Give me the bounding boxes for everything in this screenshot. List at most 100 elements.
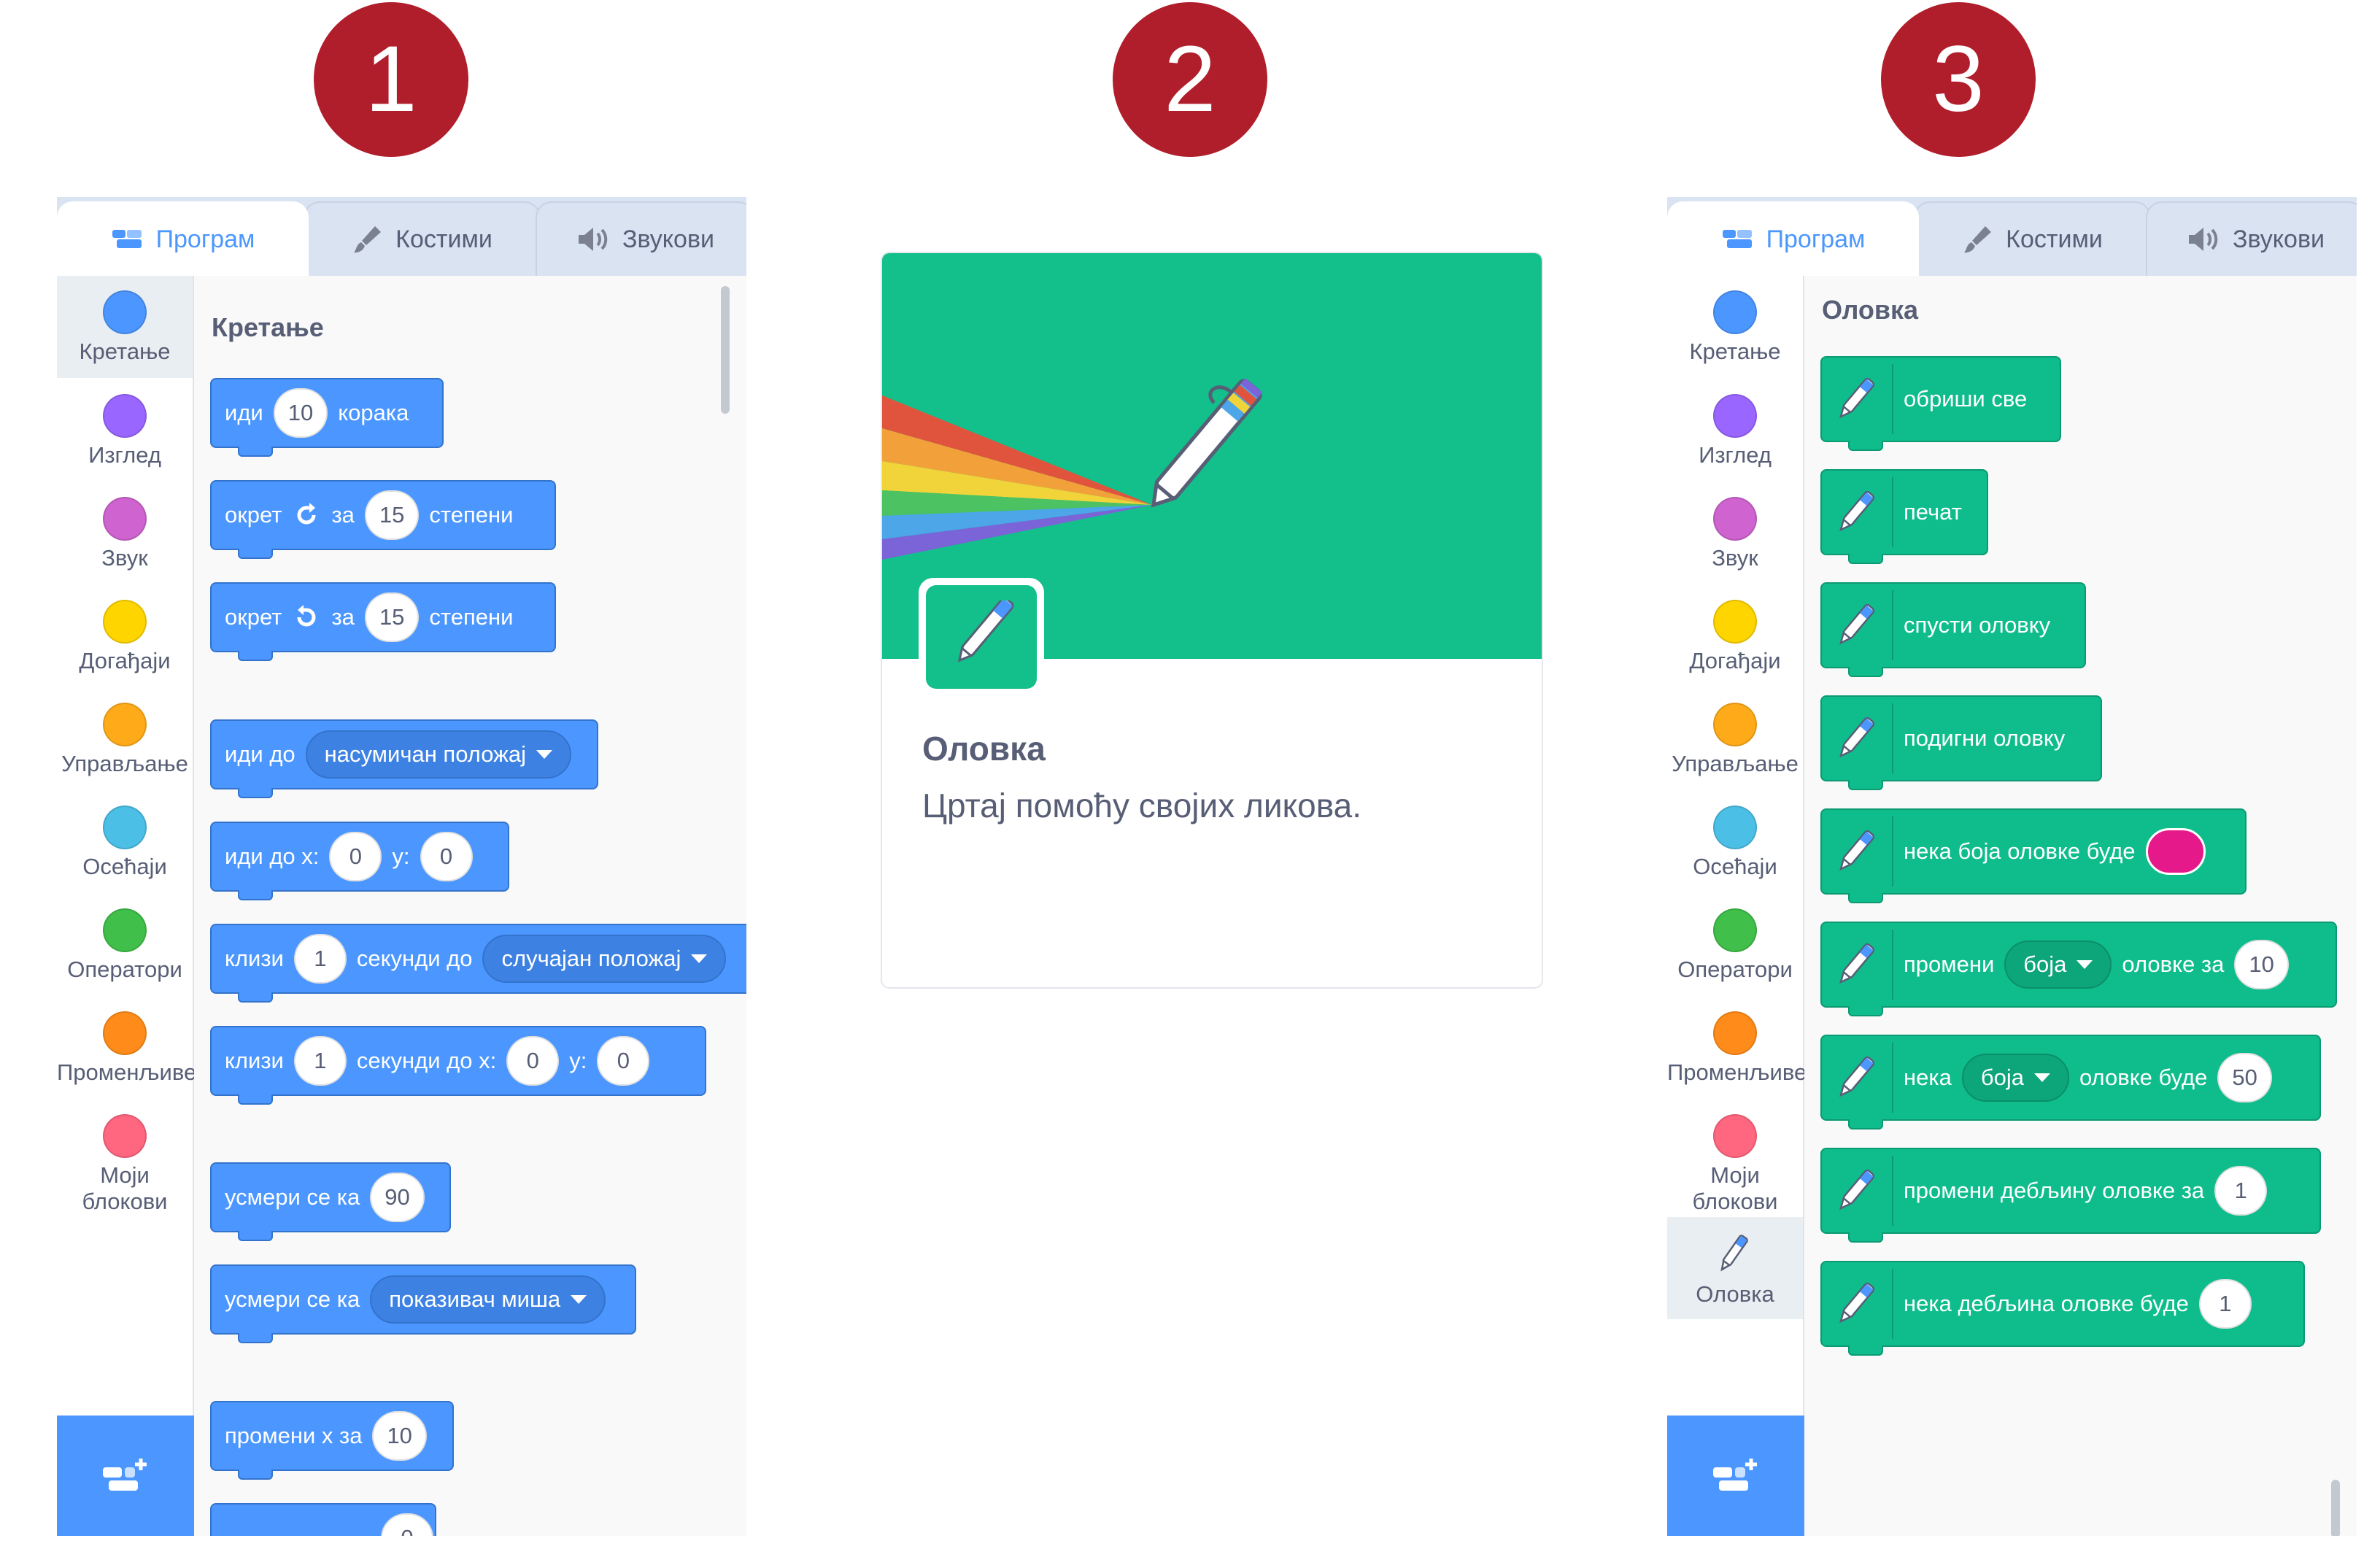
- seconds-input[interactable]: 1: [293, 934, 347, 984]
- category-label: Кретање: [79, 339, 171, 364]
- block-text: окрет: [225, 502, 282, 528]
- category-looks[interactable]: Изглед: [57, 379, 193, 482]
- tab-costumes[interactable]: Костими: [1914, 201, 2151, 276]
- glide-to-block[interactable]: клизи 1 секунди до случајан положај: [210, 924, 746, 1003]
- category-operators[interactable]: Оператори: [1667, 894, 1803, 996]
- caret-down-icon: [691, 954, 708, 963]
- block-text: иди: [225, 400, 263, 425]
- category-events[interactable]: Догађаји: [57, 585, 193, 687]
- partial-block[interactable]: 0: [210, 1503, 436, 1536]
- point-in-direction-block[interactable]: усмери се ка 90: [210, 1162, 451, 1241]
- category-sensing[interactable]: Осећаји: [57, 791, 193, 893]
- block-text: корака: [338, 400, 409, 425]
- degrees-input[interactable]: 15: [364, 490, 420, 540]
- category-label: Променљиве: [57, 1059, 197, 1085]
- tab-code[interactable]: Програм: [57, 201, 309, 276]
- category-events[interactable]: Догађаји: [1667, 585, 1803, 687]
- tab-code[interactable]: Програм: [1667, 201, 1919, 276]
- speaker-icon: [578, 228, 608, 251]
- pen-extension-card[interactable]: Оловка Цртај помоћу својих ликова.: [881, 252, 1543, 989]
- category-motion[interactable]: Кретање: [57, 276, 193, 378]
- tab-sounds[interactable]: Звукови: [2146, 201, 2357, 276]
- category-operators[interactable]: Оператори: [57, 894, 193, 996]
- category-control[interactable]: Управљање: [57, 688, 193, 790]
- degrees-input[interactable]: 15: [364, 592, 420, 642]
- stamp-block[interactable]: печат: [1820, 469, 1988, 564]
- size-change-input[interactable]: 1: [2214, 1166, 2268, 1216]
- glide-to-xy-block[interactable]: клизи 1 секунди до x: 0 y: 0: [210, 1026, 706, 1105]
- block-text: секунди до: [356, 946, 473, 971]
- glide-target-dropdown[interactable]: случајан положај: [482, 935, 727, 983]
- change-pen-size-block[interactable]: промени дебљину оловке за 1: [1820, 1148, 2321, 1243]
- block-text: подигни оловку: [1904, 725, 2066, 751]
- palette-scrollbar[interactable]: [721, 286, 730, 414]
- category-label: Догађаји: [1689, 648, 1781, 673]
- y-input[interactable]: 0: [420, 832, 473, 881]
- category-label: Изглед: [88, 442, 161, 468]
- category-variables[interactable]: Променљиве: [57, 997, 197, 1099]
- tab-code-label: Програм: [155, 225, 255, 253]
- pen-icon: [1822, 590, 1893, 660]
- x-change-input[interactable]: 10: [372, 1411, 427, 1461]
- category-control[interactable]: Управљање: [1667, 688, 1803, 790]
- category-sensing[interactable]: Осећаји: [1667, 791, 1803, 893]
- editor-tabs: Програм Костими Звукови: [57, 197, 746, 276]
- category-looks[interactable]: Изглед: [1667, 379, 1803, 482]
- y-input[interactable]: 0: [597, 1036, 650, 1086]
- move-steps-block[interactable]: иди 10 корака: [210, 378, 444, 457]
- point-target-dropdown[interactable]: показивач миша: [370, 1275, 606, 1324]
- turn-left-block[interactable]: окрет за 15 степени: [210, 582, 556, 661]
- category-label: Изглед: [1699, 442, 1772, 468]
- x-input[interactable]: 0: [506, 1036, 560, 1086]
- erase-all-block[interactable]: обриши све: [1820, 356, 2061, 451]
- size-input[interactable]: 1: [2198, 1279, 2252, 1329]
- sensing-dot-icon: [1713, 806, 1757, 849]
- set-pen-param-block[interactable]: нека боја оловке буде 50: [1820, 1035, 2321, 1129]
- category-myblocks[interactable]: Моји блокови: [57, 1100, 193, 1216]
- set-pen-size-block[interactable]: нека дебљина оловке буде 1: [1820, 1261, 2305, 1356]
- add-extension-button[interactable]: [1667, 1416, 1804, 1536]
- pen-param-dropdown[interactable]: боја: [2004, 941, 2112, 989]
- category-myblocks[interactable]: Моји блокови: [1667, 1100, 1803, 1216]
- point-towards-block[interactable]: усмери се ка показивач миша: [210, 1264, 636, 1343]
- myblocks-dot-icon: [1713, 1114, 1757, 1158]
- operators-dot-icon: [103, 908, 147, 952]
- go-to-block[interactable]: иди до насумичан положај: [210, 719, 598, 798]
- x-input[interactable]: 0: [329, 832, 382, 881]
- goto-target-dropdown[interactable]: насумичан положај: [305, 730, 571, 779]
- palette-scrollbar[interactable]: [2331, 1480, 2340, 1536]
- category-sound[interactable]: Звук: [57, 482, 193, 584]
- change-amount-input[interactable]: 10: [2234, 940, 2289, 989]
- category-variables[interactable]: Променљиве: [1667, 997, 1807, 1099]
- steps-input[interactable]: 10: [273, 388, 328, 438]
- pen-up-block[interactable]: подигни оловку: [1820, 695, 2102, 790]
- pen-color-swatch[interactable]: [2145, 828, 2206, 875]
- pen-down-block[interactable]: спусти оловку: [1820, 582, 2086, 677]
- add-extension-button[interactable]: [57, 1416, 194, 1536]
- dropdown-value: показивач миша: [389, 1286, 561, 1312]
- block-text: клизи: [225, 1048, 284, 1073]
- set-value-input[interactable]: 50: [2217, 1053, 2272, 1102]
- change-x-block[interactable]: промени x за 10: [210, 1401, 454, 1480]
- motion-dot-icon: [1713, 290, 1757, 334]
- seconds-input[interactable]: 1: [293, 1036, 347, 1086]
- step-3-badge: 3: [1881, 2, 2036, 157]
- go-to-xy-block[interactable]: иди до x: 0 y: 0: [210, 822, 509, 900]
- tab-sounds[interactable]: Звукови: [536, 201, 746, 276]
- change-pen-param-block[interactable]: промени боја оловке за 10: [1820, 922, 2337, 1016]
- category-label: Звук: [101, 545, 148, 571]
- pen-param-dropdown[interactable]: боја: [1961, 1054, 2069, 1102]
- turn-right-block[interactable]: окрет за 15 степени: [210, 480, 556, 559]
- pen-icon: [926, 585, 1037, 689]
- value-input[interactable]: 0: [381, 1513, 433, 1536]
- direction-input[interactable]: 90: [370, 1173, 425, 1222]
- block-text: нека: [1904, 1065, 1952, 1090]
- category-label: Звук: [1712, 545, 1758, 571]
- set-pen-color-block[interactable]: нека боја оловке буде: [1820, 808, 2247, 903]
- category-motion[interactable]: Кретање: [1667, 276, 1803, 378]
- tab-costumes[interactable]: Костими: [304, 201, 541, 276]
- category-pen[interactable]: Оловка: [1667, 1217, 1803, 1319]
- pen-icon: [1822, 1156, 1893, 1226]
- category-sound[interactable]: Звук: [1667, 482, 1803, 584]
- block-text: оловке за: [2122, 951, 2225, 977]
